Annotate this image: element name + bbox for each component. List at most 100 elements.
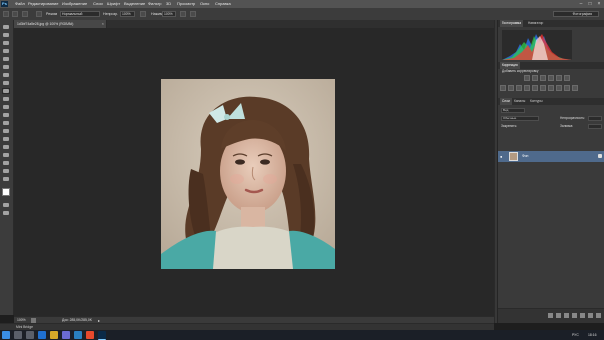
layer-mask-icon[interactable] xyxy=(564,313,569,318)
menu-type[interactable]: Шрифт xyxy=(107,0,120,8)
menu-image[interactable]: Изображение xyxy=(62,0,87,8)
posterize-adj-icon[interactable] xyxy=(548,85,554,91)
menu-window[interactable]: Окно xyxy=(200,0,209,8)
brush-panel-icon[interactable] xyxy=(22,11,28,17)
tab-paths[interactable]: Контуры xyxy=(528,98,545,105)
opacity-input[interactable]: 100% xyxy=(120,11,135,17)
vibrance-adj-icon[interactable] xyxy=(556,75,562,81)
windows-start-icon[interactable] xyxy=(2,331,10,339)
blend-mode-dropdown[interactable]: Обычные xyxy=(501,116,539,121)
gradient-map-adj-icon[interactable] xyxy=(564,85,570,91)
flow-input[interactable]: 100% xyxy=(162,11,176,17)
menu-view[interactable]: Просмотр xyxy=(177,0,195,8)
tab-channels[interactable]: Каналы xyxy=(512,98,527,105)
layers-tabs: Слои Каналы Контуры xyxy=(498,98,604,105)
document-tab[interactable]: 1d3bf74a5e28.jpg @ 100% (RGB/8#) × xyxy=(14,20,107,28)
history-brush-tool-icon[interactable] xyxy=(2,96,10,102)
foreground-color-swatch[interactable] xyxy=(2,188,10,196)
zoom-tool-icon[interactable] xyxy=(2,176,10,182)
menu-file[interactable]: Файл xyxy=(15,0,25,8)
photo-filter-adj-icon[interactable] xyxy=(516,85,522,91)
close-icon[interactable]: × xyxy=(596,1,602,7)
brush-tool-icon[interactable] xyxy=(2,80,10,86)
link-layers-icon[interactable] xyxy=(548,313,553,318)
blur-tool-icon[interactable] xyxy=(2,120,10,126)
app-icon[interactable] xyxy=(86,331,94,339)
shape-tool-icon[interactable] xyxy=(2,160,10,166)
pressure-size-icon[interactable] xyxy=(190,11,196,17)
color-balance-adj-icon[interactable] xyxy=(500,85,506,91)
mode-dropdown[interactable]: Нормальный xyxy=(60,11,100,17)
airbrush-icon[interactable] xyxy=(180,11,186,17)
quick-mask-icon[interactable] xyxy=(2,202,10,208)
delete-layer-icon[interactable] xyxy=(596,313,601,318)
clock-time[interactable]: 18:16 xyxy=(588,330,597,340)
close-tab-icon[interactable]: × xyxy=(102,20,104,28)
bw-adj-icon[interactable] xyxy=(508,85,514,91)
menu-filter[interactable]: Фильтр xyxy=(148,0,161,8)
clone-stamp-tool-icon[interactable] xyxy=(2,88,10,94)
tab-layers[interactable]: Слои xyxy=(500,98,512,105)
pen-tool-icon[interactable] xyxy=(2,136,10,142)
levels-adj-icon[interactable] xyxy=(532,75,538,81)
menu-select[interactable]: Выделение xyxy=(124,0,145,8)
task-view-icon[interactable] xyxy=(26,331,34,339)
eyedropper-tool-icon[interactable] xyxy=(2,64,10,70)
keyboard-language[interactable]: РУС xyxy=(572,330,579,340)
color-lookup-adj-icon[interactable] xyxy=(532,85,538,91)
tab-navigator[interactable]: Навигатор xyxy=(526,20,545,27)
marquee-tool-icon[interactable] xyxy=(2,32,10,38)
mail-icon[interactable] xyxy=(74,331,82,339)
screen-mode-icon[interactable] xyxy=(2,210,10,216)
new-layer-icon[interactable] xyxy=(588,313,593,318)
healing-tool-icon[interactable] xyxy=(2,72,10,78)
hand-tool-icon[interactable] xyxy=(2,168,10,174)
menu-edit[interactable]: Редактирование xyxy=(28,0,58,8)
new-group-icon[interactable] xyxy=(580,313,585,318)
maximize-icon[interactable]: □ xyxy=(587,1,593,7)
layer-filter-dropdown[interactable]: Вид xyxy=(501,108,525,113)
visibility-eye-icon[interactable]: ● xyxy=(500,154,502,159)
layers-panel-footer xyxy=(498,308,604,323)
clone-source-icon[interactable] xyxy=(36,11,42,17)
type-tool-icon[interactable] xyxy=(2,144,10,150)
layer-row-background[interactable]: ● Фон xyxy=(498,151,604,162)
search-icon[interactable] xyxy=(14,331,22,339)
brush-size-icon[interactable] xyxy=(12,11,18,17)
menu-3d[interactable]: 3D xyxy=(166,0,171,8)
photoshop-taskbar-icon[interactable] xyxy=(98,331,106,340)
brush-preset-icon[interactable] xyxy=(3,11,9,17)
fill-input[interactable] xyxy=(588,124,602,129)
minimize-icon[interactable]: – xyxy=(578,1,584,7)
dodge-tool-icon[interactable] xyxy=(2,128,10,134)
file-explorer-icon[interactable] xyxy=(50,331,58,339)
workspace-dropdown[interactable]: Фотография xyxy=(553,11,599,17)
document-image[interactable] xyxy=(161,79,335,269)
lasso-tool-icon[interactable] xyxy=(2,40,10,46)
layer-name: Фон xyxy=(522,154,529,158)
tab-histogram[interactable]: Гистограмма xyxy=(500,20,523,27)
tab-adjustments[interactable]: Коррекция xyxy=(500,62,520,69)
path-select-tool-icon[interactable] xyxy=(2,152,10,158)
invert-adj-icon[interactable] xyxy=(540,85,546,91)
pressure-opacity-icon[interactable] xyxy=(140,11,146,17)
move-tool-icon[interactable] xyxy=(2,24,10,30)
new-adjustment-icon[interactable] xyxy=(572,313,577,318)
gradient-tool-icon[interactable] xyxy=(2,112,10,118)
crop-tool-icon[interactable] xyxy=(2,56,10,62)
curves-adj-icon[interactable] xyxy=(540,75,546,81)
channel-mixer-adj-icon[interactable] xyxy=(524,85,530,91)
layer-opacity-input[interactable] xyxy=(588,116,602,121)
menu-layers[interactable]: Слои xyxy=(93,0,103,8)
menu-help[interactable]: Справка xyxy=(215,0,231,8)
hue-sat-adj-icon[interactable] xyxy=(564,75,570,81)
exposure-adj-icon[interactable] xyxy=(548,75,554,81)
threshold-adj-icon[interactable] xyxy=(556,85,562,91)
quick-select-tool-icon[interactable] xyxy=(2,48,10,54)
eraser-tool-icon[interactable] xyxy=(2,104,10,110)
edge-browser-icon[interactable] xyxy=(38,331,46,339)
store-icon[interactable] xyxy=(62,331,70,339)
selective-color-adj-icon[interactable] xyxy=(572,85,578,91)
brightness-adj-icon[interactable] xyxy=(524,75,530,81)
layer-style-icon[interactable] xyxy=(556,313,561,318)
